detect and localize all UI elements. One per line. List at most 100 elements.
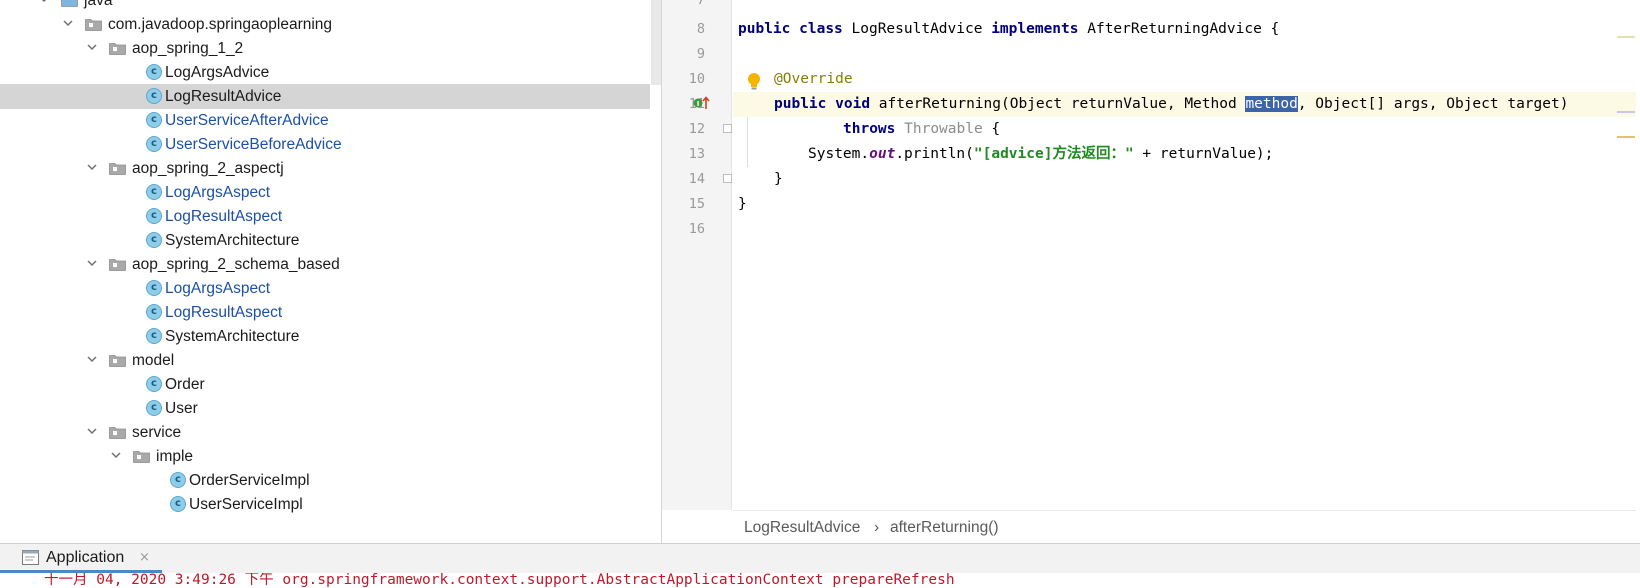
tree-item-package[interactable]: imple [0,444,650,469]
tree-item-label: aop_spring_2_schema_based [132,256,340,273]
tree-item-class[interactable]: c Order [0,372,650,397]
tree-item-class[interactable]: c LogResultAspect [0,204,650,229]
class-icon: c [170,496,186,512]
tree-item-package[interactable]: service [0,420,650,445]
chevron-down-icon[interactable] [85,256,99,270]
class-icon: c [146,64,162,80]
tree-item-class[interactable]: c UserServiceBeforeAdvice [0,132,650,157]
breadcrumb-method[interactable]: afterReturning() [890,519,999,537]
lightbulb-icon[interactable] [745,71,763,91]
tree-item-class[interactable]: c OrderServiceImpl [0,468,650,493]
chevron-down-icon[interactable] [37,0,51,6]
package-icon [109,426,126,439]
keyword: public [738,21,791,37]
code-line-11: public void afterReturning(Object return… [774,92,1568,117]
tree-item-class[interactable]: c LogArgsAspect [0,276,650,301]
line-number: 13 [688,146,705,162]
class-icon: c [170,472,186,488]
tree-item-label: LogResultAspect [165,304,283,321]
class-icon: c [146,400,162,416]
chevron-down-icon[interactable] [85,160,99,174]
tree-item-label: aop_spring_2_aspectj [132,160,284,177]
class-icon: c [146,304,162,320]
fold-toggle-icon[interactable] [723,174,732,183]
tree-item-label: SystemArchitecture [165,232,300,249]
tree-item-label: SystemArchitecture [165,328,300,345]
tree-item-label: imple [156,448,194,465]
tree-item-label: LogArgsAspect [165,280,271,297]
tree-item-label: aop_spring_1_2 [132,40,244,57]
chevron-down-icon[interactable] [85,40,99,54]
tree-item-class[interactable]: c User [0,396,650,421]
code-line-14: } [774,171,783,187]
tree-item-label: LogArgsAspect [165,184,271,201]
tree-item-class[interactable]: c LogArgsAspect [0,180,650,205]
tree-item-label: LogResultAspect [165,208,283,225]
tree-item-label: UserServiceImpl [189,496,303,513]
tree-item-package[interactable]: model [0,348,650,373]
fold-toggle-icon[interactable] [723,124,732,133]
console-icon [22,550,39,565]
line-number: 15 [688,196,705,212]
chevron-down-icon[interactable] [85,424,99,438]
tree-item-class[interactable]: c LogArgsAdvice [0,60,650,85]
tree-item-class[interactable]: c SystemArchitecture [0,324,650,349]
tree-item-label: LogArgsAdvice [165,64,270,81]
breadcrumb-class[interactable]: LogResultAdvice [744,519,860,537]
tree-item-class[interactable]: c LogResultAspect [0,300,650,325]
tree-item-class[interactable]: c UserServiceImpl [0,492,650,517]
tab-label: Application [46,549,125,566]
scroll-marker[interactable] [1617,111,1635,113]
tree-item-class[interactable]: c UserServiceAfterAdvice [0,108,650,133]
code-text: afterReturning(Object returnValue, Metho… [870,96,1246,112]
tree-item-class[interactable]: c SystemArchitecture [0,228,650,253]
class-icon: c [146,328,162,344]
implements-method-icon[interactable]: I [693,95,711,111]
console-output[interactable]: 十一月 04, 2020 3:49:26 下午 org.springframew… [0,573,1640,588]
tree-item-label: UserServiceAfterAdvice [165,112,329,129]
class-icon: c [146,208,162,224]
code-text: { [982,121,1001,137]
tab-application[interactable]: Application × [0,544,162,573]
tree-item-label: Order [165,376,205,393]
chevron-down-icon[interactable] [109,448,123,462]
tree-item-label: LogResultAdvice [165,88,282,105]
chevron-down-icon[interactable] [85,352,99,366]
tree-item-class[interactable]: c LogResultAdvice [0,84,650,109]
tree-scrollbar[interactable] [651,0,661,85]
svg-text:I: I [697,100,700,108]
breadcrumb: LogResultAdvice › afterReturning() [733,510,1636,543]
class-icon: c [146,112,162,128]
keyword: public [774,96,827,112]
run-tool-window-header: Application × [0,543,1640,573]
tree-item-package[interactable]: aop_spring_1_2 [0,36,650,61]
code-line-13: System.out.println("[advice]方法返回：" + ret… [808,142,1273,167]
package-icon [133,450,150,463]
code-text: + returnValue); [1133,146,1274,162]
code-text: , Object[] args, Object target) [1297,96,1569,112]
chevron-down-icon[interactable] [61,16,75,30]
package-icon [109,258,126,271]
class-icon: c [146,280,162,296]
code-line-15: } [738,196,747,212]
tree-item-package[interactable]: aop_spring_2_schema_based [0,252,650,277]
breadcrumb-separator: › [874,519,880,536]
tree-item-label: model [132,352,175,369]
code-text: System. [808,146,870,162]
line-number: 7 [696,0,705,8]
class-icon: c [146,88,162,104]
code-text: .println( [895,146,974,162]
tree-item-package[interactable]: aop_spring_2_aspectj [0,156,650,181]
scroll-marker[interactable] [1617,36,1635,38]
tree-item-label: UserServiceBeforeAdvice [165,136,342,153]
tree-item-package[interactable]: com.javadoop.springaoplearning [0,12,650,37]
close-icon[interactable]: × [139,550,150,565]
exception-type: Throwable [904,121,983,137]
code-text: AfterReturningAdvice { [1078,21,1280,37]
selected-text[interactable]: method [1245,96,1298,112]
keyword: void [835,96,871,112]
keyword: throws [843,121,896,137]
code-line-10: @Override [774,71,853,87]
code-editor[interactable]: 7 8 9 10 11 12 13 14 15 16 I public clas… [661,0,1640,543]
scroll-marker[interactable] [1617,136,1635,138]
